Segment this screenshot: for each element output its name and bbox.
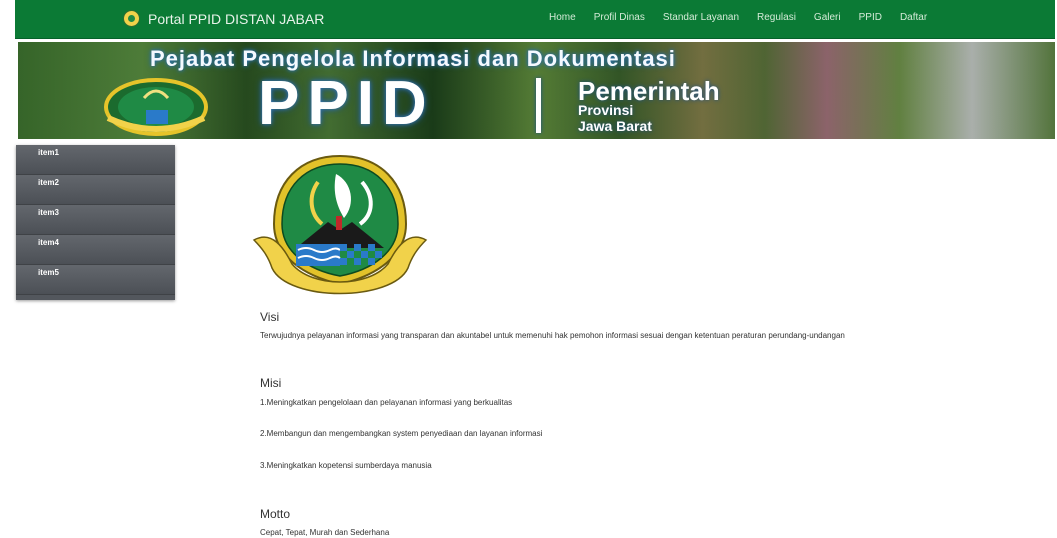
sidebar-item-1[interactable]: item1 <box>16 145 175 175</box>
brand-title: Portal PPID DISTAN JABAR <box>148 10 325 27</box>
misi-item-3: 3.Meningkatkan kopetensi sumberdaya manu… <box>260 461 432 470</box>
brand-logo-icon <box>123 10 140 27</box>
misi-item-2: 2.Membangun dan mengembangkan system pen… <box>260 429 543 438</box>
banner-line2: Provinsi <box>578 102 634 118</box>
motto-text: Cepat, Tepat, Murah dan Sederhana <box>260 528 390 537</box>
banner-line3: Jawa Barat <box>578 118 652 134</box>
visi-heading: Visi <box>260 310 280 324</box>
top-navbar: Portal PPID DISTAN JABAR Home Profil Din… <box>15 0 1055 39</box>
nav-ppid[interactable]: PPID <box>850 12 891 23</box>
banner-ppid: PPID <box>258 69 435 138</box>
banner-emblem-icon <box>104 78 208 136</box>
sidebar-item-5[interactable]: item5 <box>16 265 175 295</box>
visi-text: Terwujudnya pelayanan informasi yang tra… <box>260 331 845 340</box>
nav-galeri[interactable]: Galeri <box>805 12 850 23</box>
nav-home[interactable]: Home <box>540 12 585 23</box>
nav-menu: Home Profil Dinas Standar Layanan Regula… <box>540 12 936 23</box>
sidebar-menu: item1 item2 item3 item4 item5 <box>16 145 175 300</box>
banner-divider <box>536 78 541 133</box>
header-banner: Pejabat Pengelola Informasi dan Dokument… <box>18 42 1055 139</box>
jabar-emblem-icon <box>252 154 428 295</box>
sidebar-item-4[interactable]: item4 <box>16 235 175 265</box>
brand-link[interactable]: Portal PPID DISTAN JABAR <box>123 10 324 27</box>
nav-regulasi[interactable]: Regulasi <box>748 12 805 23</box>
motto-heading: Motto <box>260 507 291 521</box>
misi-item-1: 1.Meningkatkan pengelolaan dan pelayanan… <box>260 398 513 407</box>
nav-profil-dinas[interactable]: Profil Dinas <box>585 12 654 23</box>
misi-heading: Misi <box>260 376 282 390</box>
sidebar-item-3[interactable]: item3 <box>16 205 175 235</box>
sidebar-item-2[interactable]: item2 <box>16 175 175 205</box>
nav-standar-layanan[interactable]: Standar Layanan <box>654 12 748 23</box>
nav-daftar[interactable]: Daftar <box>891 12 936 23</box>
